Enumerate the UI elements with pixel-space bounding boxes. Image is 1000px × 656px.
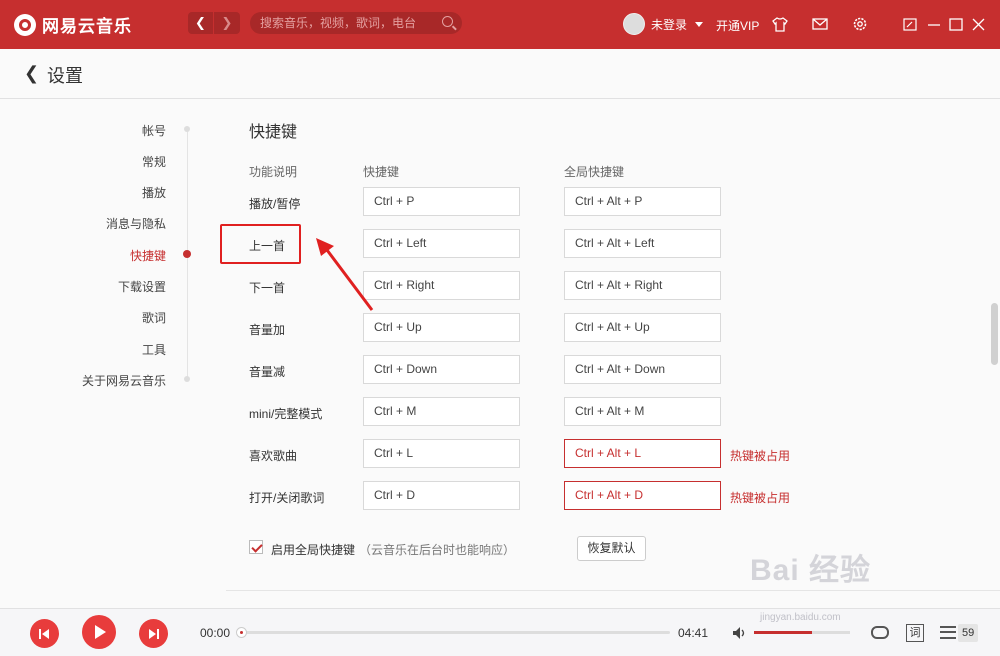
- forward-button[interactable]: ❯: [214, 12, 240, 34]
- app-name: 网易云音乐: [42, 17, 132, 36]
- hotkey-input-next[interactable]: Ctrl + Right: [363, 271, 520, 300]
- minimize-icon[interactable]: [925, 15, 943, 33]
- maximize-icon[interactable]: [947, 15, 965, 33]
- global-hotkey-input-previous[interactable]: Ctrl + Alt + Left: [564, 229, 721, 258]
- hotkey-label-volume-down: 音量减: [249, 365, 286, 379]
- sidebar-item-tools[interactable]: 工具: [142, 341, 166, 358]
- global-hotkey-input-toggle-lyrics[interactable]: Ctrl + Alt + D: [564, 481, 721, 510]
- sidebar-item-about[interactable]: 关于网易云音乐: [82, 372, 166, 389]
- play-button[interactable]: [82, 615, 116, 649]
- column-header-hotkey: 快捷键: [363, 165, 400, 179]
- hotkey-input-play-pause[interactable]: Ctrl + P: [363, 187, 520, 216]
- conflict-warning: 热键被占用: [730, 491, 791, 505]
- sidebar-item-privacy[interactable]: 消息与隐私: [106, 215, 166, 232]
- sidebar-dot: [184, 126, 190, 132]
- history-nav: ❮ ❯: [188, 12, 240, 34]
- global-hotkey-input-next[interactable]: Ctrl + Alt + Right: [564, 271, 721, 300]
- playlist-count[interactable]: 59: [958, 624, 979, 642]
- sidebar-active-dot: [183, 250, 191, 258]
- app-logo[interactable]: 网易云音乐: [14, 12, 132, 37]
- hotkey-input-previous[interactable]: Ctrl + Left: [363, 229, 520, 258]
- global-hotkey-input-volume-down[interactable]: Ctrl + Alt + Down: [564, 355, 721, 384]
- lyrics-button[interactable]: 词: [906, 624, 924, 642]
- hotkey-label-toggle-lyrics: 打开/关闭歌词: [249, 491, 325, 505]
- vip-link[interactable]: 开通VIP: [716, 17, 759, 34]
- sidebar-item-general[interactable]: 常规: [142, 153, 166, 170]
- chevron-down-icon[interactable]: [695, 21, 704, 27]
- playlist-icon[interactable]: [940, 626, 956, 639]
- section-title: 快捷键: [249, 124, 298, 141]
- skin-icon[interactable]: [771, 15, 789, 33]
- hotkey-label-volume-up: 音量加: [249, 323, 286, 337]
- hotkey-label-next: 下一首: [249, 281, 286, 295]
- hotkey-input-volume-up[interactable]: Ctrl + Up: [363, 313, 520, 342]
- title-bar: 网易云音乐 ❮ ❯ 搜索音乐，视频，歌词，电台 未登录 开通VIP: [0, 0, 1000, 49]
- sidebar-item-playback[interactable]: 播放: [142, 184, 166, 201]
- global-hotkey-input-play-pause[interactable]: Ctrl + Alt + P: [564, 187, 721, 216]
- loop-icon[interactable]: [871, 626, 889, 639]
- page-title: 设置: [47, 66, 83, 86]
- mini-mode-icon[interactable]: [901, 15, 919, 33]
- restore-default-button[interactable]: 恢复默认: [577, 536, 646, 561]
- player-bar: 00:00 04:41 词 59: [0, 608, 1000, 656]
- total-time: 04:41: [678, 626, 709, 640]
- global-hotkey-input-mini-mode[interactable]: Ctrl + Alt + M: [564, 397, 721, 426]
- divider: [226, 590, 1000, 591]
- progress-bar[interactable]: [240, 631, 670, 634]
- close-icon[interactable]: [969, 15, 987, 33]
- search-icon[interactable]: [442, 16, 453, 27]
- sidebar-item-account[interactable]: 帐号: [142, 122, 166, 139]
- username[interactable]: 未登录: [651, 16, 687, 33]
- back-arrow-icon[interactable]: ❮: [24, 63, 39, 84]
- column-header-function: 功能说明: [249, 165, 298, 179]
- search-input[interactable]: 搜索音乐，视频，歌词，电台: [250, 12, 462, 34]
- volume-fill: [754, 631, 812, 634]
- enable-global-hotkeys-checkbox[interactable]: [249, 540, 263, 554]
- current-time: 00:00: [200, 626, 231, 640]
- netease-logo-icon: [14, 13, 36, 36]
- progress-knob[interactable]: [236, 627, 247, 638]
- next-button[interactable]: [139, 619, 168, 648]
- hotkey-label-play-pause: 播放/暂停: [249, 197, 301, 211]
- scrollbar[interactable]: [991, 303, 998, 365]
- sidebar-dot: [184, 376, 190, 382]
- sidebar-item-hotkeys[interactable]: 快捷键: [130, 247, 166, 264]
- global-hotkey-input-volume-up[interactable]: Ctrl + Alt + Up: [564, 313, 721, 342]
- volume-slider[interactable]: [754, 631, 850, 634]
- prev-button[interactable]: [30, 619, 59, 648]
- enable-global-hotkeys-note: （云音乐在后台时也能响应）: [359, 543, 516, 557]
- mail-icon[interactable]: [811, 15, 829, 33]
- search-placeholder: 搜索音乐，视频，歌词，电台: [260, 16, 417, 30]
- sidebar-item-lyrics[interactable]: 歌词: [142, 309, 166, 326]
- gear-icon[interactable]: [851, 15, 869, 33]
- baidu-watermark: Bai 经验: [750, 554, 872, 587]
- play-icon: [95, 625, 106, 639]
- volume-icon[interactable]: [732, 626, 748, 640]
- sidebar-item-download[interactable]: 下载设置: [118, 278, 166, 295]
- hotkey-input-like-song[interactable]: Ctrl + L: [363, 439, 520, 468]
- back-button[interactable]: ❮: [188, 12, 214, 34]
- enable-global-hotkeys-label[interactable]: 启用全局快捷键: [271, 541, 355, 558]
- settings-header: ❮ 设置: [0, 49, 1000, 99]
- user-menu[interactable]: 未登录: [623, 13, 704, 35]
- conflict-warning: 热键被占用: [730, 449, 791, 463]
- hotkey-input-volume-down[interactable]: Ctrl + Down: [363, 355, 520, 384]
- hotkey-input-mini-mode[interactable]: Ctrl + M: [363, 397, 520, 426]
- hotkey-input-toggle-lyrics[interactable]: Ctrl + D: [363, 481, 520, 510]
- watermark-url: jingyan.baidu.com: [760, 612, 841, 623]
- column-header-global-hotkey: 全局快捷键: [564, 165, 625, 179]
- avatar[interactable]: [623, 13, 645, 35]
- annotation-highlight-box: [220, 224, 301, 264]
- hotkey-label-like-song: 喜欢歌曲: [249, 449, 298, 463]
- hotkey-label-mini-mode: mini/完整模式: [249, 407, 323, 421]
- annotation-arrow: [316, 238, 374, 311]
- global-hotkey-input-like-song[interactable]: Ctrl + Alt + L: [564, 439, 721, 468]
